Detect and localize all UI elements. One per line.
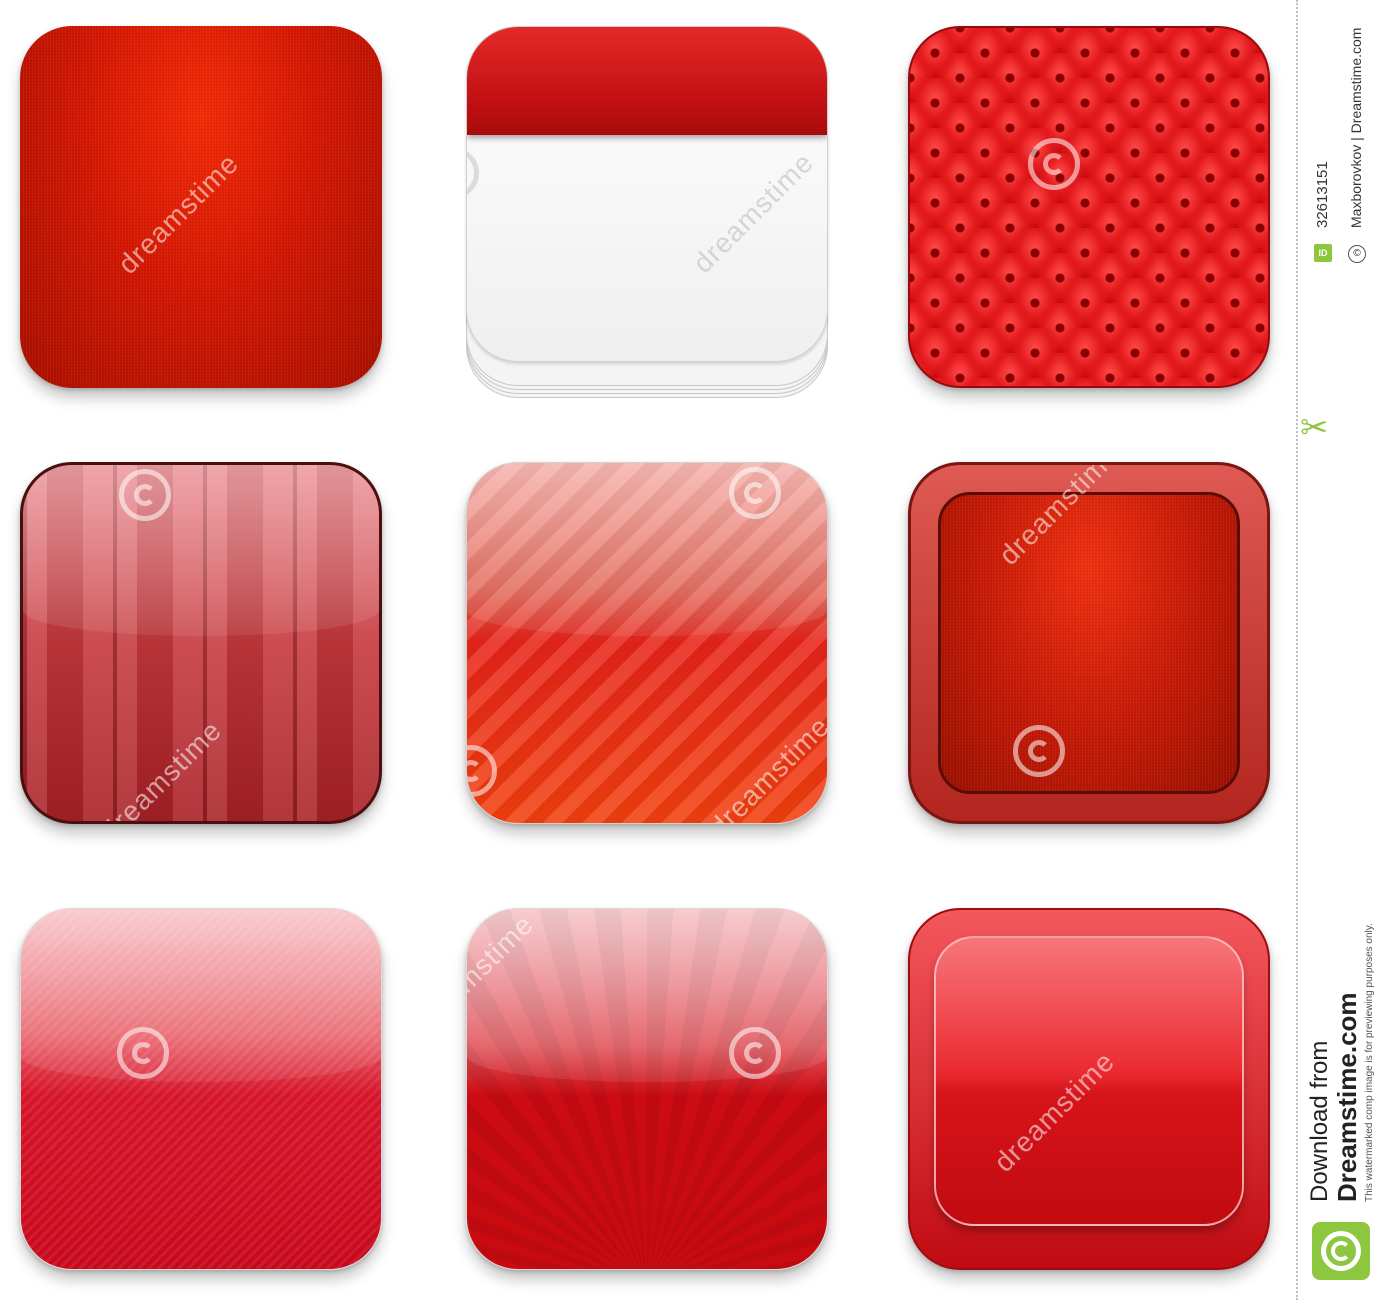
watermark-spiral-icon	[117, 1027, 169, 1079]
image-id: 32613151	[1314, 161, 1331, 228]
red-rays-glossy-app-icon: dreamstime	[466, 908, 828, 1270]
watermark-text: dreamstime	[687, 146, 820, 279]
credit-text: Maxborovkov | Dreamstime.com	[1348, 27, 1364, 228]
icon-grid: dreamstime dreamstime dreamstime dreamst…	[0, 0, 1296, 1300]
gloss-highlight	[23, 465, 379, 636]
watermark-spiral-icon	[1013, 725, 1065, 777]
download-line-2: Dreamstime.com	[1332, 992, 1362, 1202]
red-tufted-leather-app-icon	[908, 26, 1270, 388]
watermark-spiral-icon	[467, 745, 497, 797]
id-badge: ID	[1314, 244, 1332, 262]
watermark-spiral-icon	[729, 1027, 781, 1079]
red-fine-striped-glossy-app-icon	[20, 908, 382, 1270]
credit-strip: ID 32613151 © Maxborovkov | Dreamstime.c…	[1296, 0, 1385, 1300]
calendar-sheet: dreamstime	[466, 26, 828, 362]
inner-linen-panel	[938, 492, 1240, 794]
gloss-highlight	[21, 909, 381, 1082]
watermark-text: dreamstime	[95, 714, 228, 824]
watermark-spiral-icon	[1028, 138, 1080, 190]
red-glossy-framed-app-icon: dreamstime	[908, 908, 1270, 1270]
disclaimer-text: This watermarked comp image is for previ…	[1364, 923, 1375, 1202]
calendar-header-band	[467, 27, 827, 135]
red-framed-linen-app-icon: dreamstime	[908, 462, 1270, 824]
red-curtain-app-icon: dreamstime	[20, 462, 382, 824]
dreamstime-logo-icon	[1312, 1222, 1370, 1280]
watermark-text: dreamstime	[112, 147, 245, 280]
watermark-text: dreamstime	[466, 908, 540, 1041]
watermark-spiral-icon	[119, 469, 171, 521]
copyright-icon: ©	[1348, 245, 1366, 263]
watermark-spiral-icon	[729, 467, 781, 519]
red-linen-app-icon: dreamstime	[20, 26, 382, 388]
red-striped-glossy-app-icon: dreamstime	[466, 462, 828, 824]
watermark-spiral-icon	[467, 147, 479, 199]
scissors-icon: ✂	[1300, 409, 1329, 447]
download-line-1: Download from	[1306, 1040, 1333, 1202]
watermark-text: dreamstime	[703, 710, 828, 824]
red-calendar-app-icon: dreamstime	[466, 26, 828, 398]
